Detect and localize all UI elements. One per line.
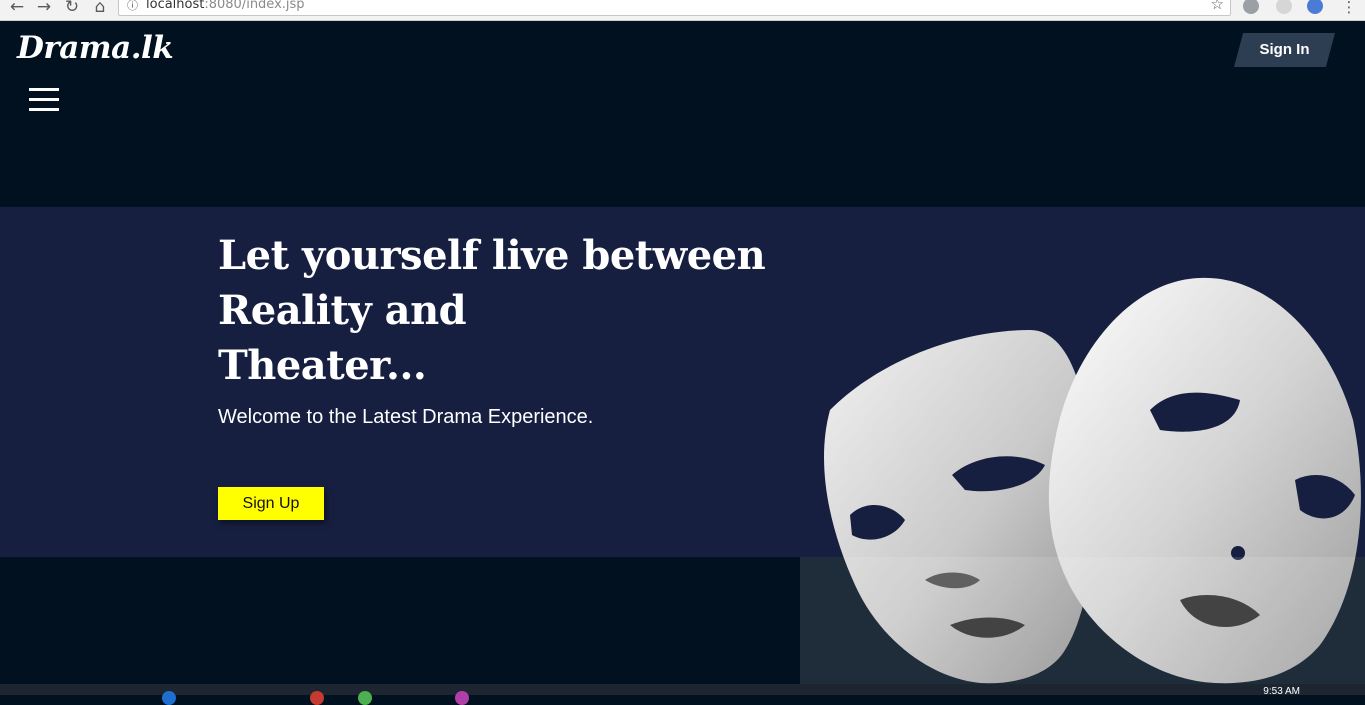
forward-arrow-icon[interactable]: →: [34, 0, 54, 17]
sign-in-button[interactable]: Sign In: [1234, 33, 1335, 67]
hero-title: Let yourself live between Reality and Th…: [218, 228, 818, 393]
extension-icon[interactable]: [1276, 0, 1292, 14]
hamburger-menu-icon[interactable]: [29, 88, 59, 112]
browser-toolbar: ← → ↻ ⌂ ⓘ localhost:8080/index.jsp ☆ ⋮: [0, 0, 1365, 21]
theater-masks-image: [800, 277, 1365, 685]
hero-title-line: Let yourself live between: [218, 232, 766, 279]
taskbar-app-icon[interactable]: [310, 691, 324, 705]
hero-title-line: Reality and: [218, 287, 467, 334]
address-bar[interactable]: ⓘ localhost:8080/index.jsp ☆: [118, 0, 1231, 16]
hero-subtitle: Welcome to the Latest Drama Experience.: [218, 406, 594, 428]
star-icon[interactable]: ☆: [1211, 0, 1224, 13]
url-text: localhost:8080/index.jsp: [146, 0, 305, 12]
back-arrow-icon[interactable]: ←: [7, 0, 27, 17]
home-icon[interactable]: ⌂: [90, 0, 110, 17]
taskbar-app-icon[interactable]: [162, 691, 176, 705]
taskbar: [0, 684, 1365, 695]
taskbar-clock[interactable]: 9:53 AM: [1263, 686, 1300, 697]
info-icon[interactable]: ⓘ: [127, 0, 138, 13]
site-logo[interactable]: Drama.lk: [17, 30, 174, 66]
hero-title-line: Theater...: [218, 342, 427, 389]
kebab-menu-icon[interactable]: ⋮: [1339, 0, 1359, 17]
taskbar-app-icon[interactable]: [455, 691, 469, 705]
reload-icon[interactable]: ↻: [62, 0, 82, 17]
extension-icon[interactable]: [1243, 0, 1259, 14]
sign-up-button[interactable]: Sign Up: [218, 487, 324, 520]
profile-icon[interactable]: [1307, 0, 1323, 14]
taskbar-app-icon[interactable]: [358, 691, 372, 705]
